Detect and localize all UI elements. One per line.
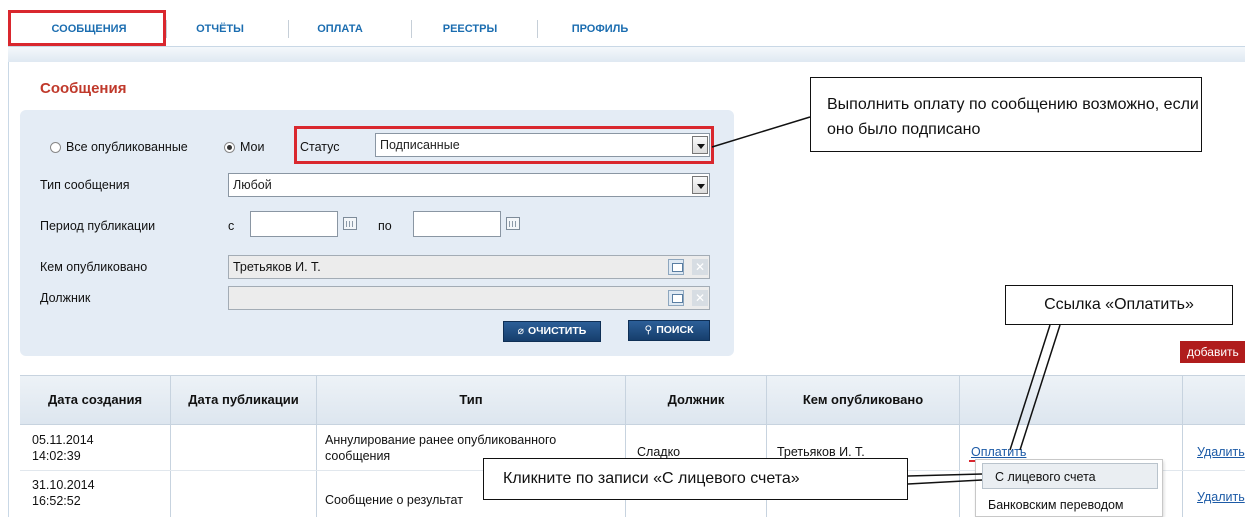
column-divider <box>170 375 171 517</box>
menu-callout-text: Кликните по записи «С лицевого счета» <box>503 470 800 487</box>
menu-item-bank-transfer[interactable]: Банковским переводом <box>976 492 1162 517</box>
col-published: Дата публикации <box>188 392 299 407</box>
nav-separator <box>166 20 167 38</box>
radio-mine[interactable] <box>224 142 235 153</box>
add-button[interactable]: добавить <box>1180 341 1245 363</box>
nav-tab-profile[interactable]: ПРОФИЛЬ <box>550 16 650 42</box>
radio-mine-label: Мои <box>240 140 265 154</box>
col-type: Тип <box>459 392 483 407</box>
debtor-field[interactable] <box>228 286 710 310</box>
nav-tab-reports[interactable]: ОТЧЁТЫ <box>180 16 260 42</box>
column-divider <box>316 375 317 517</box>
status-select-value: Подписанные <box>380 138 460 152</box>
eraser-icon: ⌀ <box>517 325 524 337</box>
calendar-icon[interactable] <box>343 217 357 230</box>
clear-icon[interactable]: ✕ <box>692 290 708 306</box>
radio-all-published-label: Все опубликованные <box>66 140 188 154</box>
message-type-select[interactable]: Любой <box>228 173 710 197</box>
published-by-field[interactable]: Третьяков И. Т. <box>228 255 710 279</box>
col-published-by: Кем опубликовано <box>802 392 924 407</box>
period-to-input[interactable] <box>413 211 501 237</box>
pay-link[interactable]: Оплатить <box>971 444 1026 460</box>
calendar-icon[interactable] <box>506 217 520 230</box>
lookup-icon[interactable] <box>668 290 684 306</box>
status-callout-text: Выполнить оплату по сообщению возможно, … <box>827 96 1199 138</box>
row1-delete-link[interactable]: Удалить <box>1197 444 1245 460</box>
nav-separator <box>537 20 538 38</box>
period-from-label: с <box>228 219 235 233</box>
menu-item-personal-account[interactable]: С лицевого счета <box>982 463 1158 489</box>
message-type-select-value: Любой <box>233 178 272 192</box>
row2-delete-link[interactable]: Удалить <box>1197 489 1245 505</box>
pay-dropdown-menu: С лицевого счета Банковским переводом <box>975 459 1163 517</box>
menu-callout: Кликните по записи «С лицевого счета» <box>483 458 908 500</box>
nav-separator <box>411 20 412 38</box>
column-divider <box>1182 375 1183 517</box>
status-label: Статус <box>300 140 340 154</box>
row2-type: Сообщение о результат <box>325 493 463 507</box>
published-by-label: Кем опубликовано <box>40 260 148 274</box>
search-button-label: ПОИСК <box>656 324 694 336</box>
pay-link-callout-text: Ссылка «Оплатить» <box>1044 296 1194 313</box>
period-from-input[interactable] <box>250 211 338 237</box>
column-divider <box>959 375 960 517</box>
row1-created: 05.11.2014 14:02:39 <box>32 433 94 463</box>
nav-tab-payment[interactable]: ОПЛАТА <box>300 16 380 42</box>
radio-all-published[interactable] <box>50 142 61 153</box>
page-title: Сообщения <box>40 80 127 97</box>
period-label: Период публикации <box>40 219 156 233</box>
search-button[interactable]: ⚲ ПОИСК <box>628 320 710 341</box>
lookup-icon[interactable] <box>668 259 684 275</box>
clear-button-label: ОЧИСТИТЬ <box>527 325 587 337</box>
chevron-down-icon[interactable] <box>692 136 708 154</box>
chevron-down-icon[interactable] <box>692 176 708 194</box>
nav-tab-registries[interactable]: РЕЕСТРЫ <box>425 16 515 42</box>
messages-tab-highlight <box>8 10 166 46</box>
status-callout: Выполнить оплату по сообщению возможно, … <box>810 77 1202 152</box>
pay-link-callout: Ссылка «Оплатить» <box>1005 285 1233 325</box>
col-debtor: Должник <box>667 392 725 407</box>
status-select[interactable]: Подписанные <box>375 133 710 157</box>
clear-icon[interactable]: ✕ <box>692 259 708 275</box>
nav-separator <box>288 20 289 38</box>
search-icon: ⚲ <box>644 324 653 336</box>
col-created: Дата создания <box>47 392 143 407</box>
message-type-label: Тип сообщения <box>40 178 130 192</box>
debtor-label: Должник <box>40 291 91 305</box>
published-by-value: Третьяков И. Т. <box>233 260 321 274</box>
period-to-label: по <box>378 219 392 233</box>
nav-underline-bar <box>8 46 1245 62</box>
row2-created: 31.10.2014 16:52:52 <box>32 478 95 508</box>
clear-button[interactable]: ⌀ ОЧИСТИТЬ <box>503 321 601 342</box>
